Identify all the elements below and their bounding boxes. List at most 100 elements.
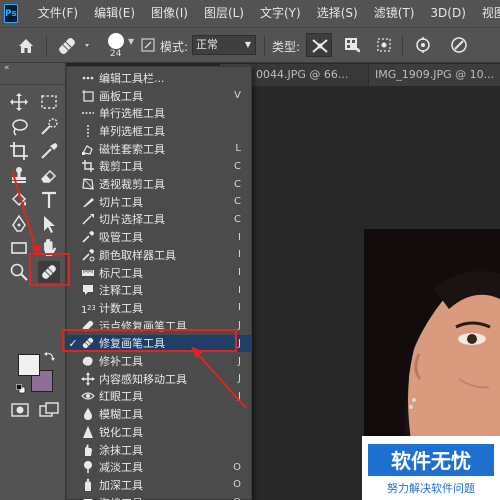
menu-select[interactable]: 选择(S) (309, 0, 366, 27)
flyout-item[interactable]: 编辑工具栏... (67, 69, 251, 87)
flyout-item-shortcut: J (238, 373, 241, 385)
mode-select[interactable]: 正常 ▼ (192, 35, 256, 55)
slice-select-icon (81, 212, 95, 226)
flyout-item[interactable]: 海绵工具O (67, 494, 251, 500)
menu-filter[interactable]: 滤镜(T) (366, 0, 423, 27)
flyout-item[interactable]: 颜色取样器工具 I (67, 246, 251, 264)
source-pattern-icon[interactable] (339, 33, 365, 57)
content-aware-move-icon (81, 371, 95, 386)
swap-colors-icon[interactable] (44, 350, 56, 362)
eyedropper-tool-icon[interactable] (38, 140, 60, 162)
photoshop-logo[interactable]: Ps (4, 4, 18, 23)
flyout-item[interactable]: 加深工具 O (67, 476, 251, 494)
flyout-item-label: 编辑工具栏... (99, 71, 165, 85)
quick-selection-tool-icon[interactable] (38, 116, 60, 138)
flyout-item[interactable]: 磁性套索工具 L (67, 140, 251, 158)
flyout-item[interactable]: 修补工具 J (67, 352, 251, 370)
flyout-item-label: 切片选择工具 (99, 213, 165, 227)
type-label: 类型: (272, 40, 301, 54)
flyout-item[interactable]: 内容感知移动工具 J (67, 370, 251, 388)
chevron-down-icon: ▼ (244, 40, 251, 49)
brush-preview[interactable] (108, 33, 124, 49)
collapse-panel-button[interactable]: « (4, 63, 10, 73)
menu-layer[interactable]: 图层(L) (196, 0, 252, 27)
flyout-item-shortcut: I (238, 231, 241, 243)
brush-settings-icon[interactable] (140, 37, 156, 53)
flyout-item[interactable]: 红眼工具 J (67, 388, 251, 406)
flyout-item-label: 标尺工具 (99, 266, 143, 280)
crop-tool-icon[interactable] (8, 140, 30, 162)
flyout-item-label: 模糊工具 (99, 408, 143, 422)
chevron-down-icon[interactable]: ▼ (128, 37, 134, 46)
flyout-item-label: 颜色取样器工具 (99, 248, 176, 262)
pressure-size-icon[interactable] (446, 33, 472, 57)
flyout-item[interactable]: 涂抹工具 (67, 441, 251, 459)
pen-tool-icon[interactable] (8, 213, 30, 235)
path-selection-tool-icon[interactable] (38, 213, 60, 235)
flyout-item[interactable]: 吸管工具 I (67, 228, 251, 246)
marquee-tool-icon[interactable] (38, 91, 60, 113)
flyout-item-label: 注释工具 (99, 284, 143, 298)
flyout-item[interactable]: 1 23 计数工具 I (67, 299, 251, 317)
lasso-tool-icon[interactable] (8, 116, 30, 138)
single-column-marquee-icon (81, 124, 95, 138)
slice-icon (81, 195, 95, 209)
flyout-item[interactable]: 单列选框工具 (67, 122, 251, 140)
flyout-item[interactable]: 模糊工具 (67, 405, 251, 423)
flyout-item[interactable]: 透视裁剪工具 C (67, 175, 251, 193)
flyout-item-shortcut: I (238, 302, 241, 314)
menu-view[interactable]: 视图(V) (474, 0, 500, 27)
default-colors-icon[interactable] (16, 384, 26, 394)
move-tool-icon[interactable] (8, 91, 30, 113)
flyout-item-label: 锐化工具 (99, 425, 143, 439)
flyout-item[interactable]: 切片工具 C (67, 193, 251, 211)
flyout-item[interactable]: 裁剪工具 C (67, 158, 251, 176)
dodge-icon (81, 460, 95, 474)
flyout-item-label: 切片工具 (99, 195, 143, 209)
flyout-item[interactable]: 减淡工具 O (67, 458, 251, 476)
document-tab[interactable]: 0044.JPG @ 66... (250, 64, 368, 86)
flyout-item[interactable]: 切片选择工具 C (67, 211, 251, 229)
menu-3d[interactable]: 3D(D) (422, 0, 473, 27)
flyout-item[interactable]: 锐化工具 (67, 423, 251, 441)
menu-file[interactable]: 文件(F) (30, 0, 86, 27)
type-tool-icon[interactable] (38, 189, 60, 211)
eraser-tool-icon[interactable] (38, 164, 60, 186)
flyout-item-label: 加深工具 (99, 478, 143, 492)
aligned-sample-icon[interactable] (371, 33, 397, 57)
zoom-tool-icon[interactable] (8, 261, 30, 283)
paint-bucket-tool-icon[interactable] (8, 189, 30, 211)
flyout-item-shortcut: O (233, 479, 241, 491)
rectangle-tool-icon[interactable] (8, 237, 30, 259)
menu-image[interactable]: 图像(I) (143, 0, 196, 27)
flyout-item[interactable]: 单行选框工具 (67, 104, 251, 122)
flyout-item-shortcut: C (234, 213, 241, 225)
flyout-item[interactable]: 标尺工具 I (67, 264, 251, 282)
watermark-subtitle: 努力解决软件问题 (387, 481, 475, 495)
flyout-item-shortcut: O (233, 461, 241, 473)
flyout-item-label: 减淡工具 (99, 461, 143, 475)
flyout-item[interactable]: 注释工具 I (67, 281, 251, 299)
home-icon[interactable] (16, 36, 36, 56)
sponge-icon (81, 496, 95, 500)
flyout-item-shortcut: I (238, 267, 241, 279)
stamp-tool-icon[interactable] (8, 164, 30, 186)
red-eye-icon (81, 389, 95, 403)
ruler-icon (81, 266, 95, 280)
eyedropper-icon (81, 230, 95, 244)
options-separator (402, 36, 403, 56)
menu-edit[interactable]: 编辑(E) (86, 0, 143, 27)
flyout-item-shortcut: V (234, 90, 241, 102)
tool-preset-picker[interactable] (55, 35, 95, 57)
foreground-color-swatch[interactable] (18, 354, 40, 376)
options-separator (264, 36, 265, 56)
mode-select-value: 正常 (196, 38, 218, 51)
diffusion-icon[interactable] (410, 33, 436, 57)
flyout-item[interactable]: 画板工具 V (67, 87, 251, 105)
tools-panel-header[interactable] (0, 73, 66, 85)
menu-type[interactable]: 文字(Y) (252, 0, 309, 27)
document-tab[interactable]: IMG_1909.JPG @ 10... (368, 64, 500, 86)
quick-mask-icon[interactable] (10, 401, 30, 419)
source-sampled-icon[interactable] (306, 33, 332, 57)
screen-mode-icon[interactable] (38, 401, 60, 419)
